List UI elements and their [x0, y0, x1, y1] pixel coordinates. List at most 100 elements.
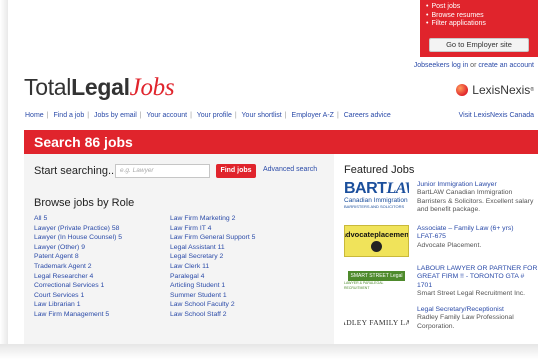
role-link[interactable]: Legal Assistant 11	[170, 243, 255, 253]
role-count: 5	[105, 310, 110, 318]
logo-part-total: Total	[24, 74, 72, 100]
role-link[interactable]: Legal Secretary 2	[170, 252, 255, 262]
role-label: Law Librarian	[34, 301, 75, 309]
role-link[interactable]: Articling Student 1	[170, 281, 255, 291]
featured-job-text: Associate – Family Law (6+ yrs) LFAT-675…	[417, 225, 538, 250]
featured-job-ref[interactable]: LFAT-675	[417, 233, 538, 241]
featured-job-item[interactable]: advocateplacement Associate – Family Law…	[344, 225, 538, 265]
browse-by-role-heading: Browse jobs by Role	[34, 197, 135, 209]
role-label: Legal Assistant	[170, 243, 216, 251]
featured-job-title[interactable]: Legal Secretary/Receptionist	[417, 306, 538, 314]
featured-job-text: Legal Secretary/Receptionist Radley Fami…	[417, 306, 538, 331]
featured-job-item[interactable]: SMART STREET Legal LAWYER & PARALEGAL RE…	[344, 265, 538, 305]
featured-job-item[interactable]: RADLEY FAMILY LAW Legal Secretary/Recept…	[344, 306, 538, 346]
logo-part-legal: Legal	[71, 74, 130, 100]
role-link[interactable]: Law Firm Marketing 2	[170, 214, 255, 224]
role-link[interactable]: Law Firm Management 5	[34, 310, 122, 320]
role-link[interactable]: Legal Researcher 4	[34, 272, 122, 282]
nav-careers-advice[interactable]: Careers advice	[344, 112, 391, 119]
nav-your-account[interactable]: Your account	[146, 112, 187, 119]
role-link[interactable]: Law Firm IT 4	[170, 224, 255, 234]
role-label: Court Services	[34, 291, 79, 299]
role-link[interactable]: Law Clerk 11	[170, 262, 255, 272]
role-count: 2	[231, 215, 236, 222]
nav-divider: |	[336, 112, 339, 119]
role-count: 5	[43, 215, 48, 222]
employer-feature-list: Post jobs Browse resumes Filter applicat…	[426, 3, 532, 29]
role-link[interactable]: Law Firm General Support 5	[170, 233, 255, 243]
role-link[interactable]: Lawyer (Other) 9	[34, 243, 122, 253]
role-count: 2	[87, 262, 92, 270]
employer-feature-item: Post jobs	[426, 3, 532, 12]
keyword-search-input[interactable]: e.g. Lawyer	[115, 164, 210, 178]
nav-divider: |	[139, 112, 142, 119]
role-count: 4	[200, 272, 205, 280]
advanced-search-link[interactable]: Advanced search	[263, 166, 317, 173]
featured-job-title[interactable]: Associate – Family Law (6+ yrs)	[417, 225, 538, 233]
nav-divider: |	[87, 112, 90, 119]
role-link[interactable]: Law School Staff 2	[170, 310, 255, 320]
featured-jobs-panel: Featured Jobs BARTLAW Canadian Immigrati…	[334, 154, 538, 344]
site-logo[interactable]: TotalLegalJobs	[24, 74, 175, 102]
bartlaw-logo-subtagline: BARRISTERS AND SOLICITORS	[344, 204, 405, 209]
login-link[interactable]: Jobseekers log in	[414, 62, 468, 69]
nav-divider: |	[284, 112, 287, 119]
find-jobs-button[interactable]: Find jobs	[216, 164, 256, 178]
employer-feature-item: Browse resumes	[426, 12, 532, 21]
role-label: Trademark Agent	[34, 262, 86, 270]
nav-divider: |	[234, 112, 237, 119]
nav-jobs-by-email[interactable]: Jobs by email	[94, 112, 137, 119]
nav-home[interactable]: Home	[25, 112, 44, 119]
role-count: 2	[219, 253, 224, 261]
role-link[interactable]: Law Librarian 1	[34, 300, 122, 310]
role-label: Law Firm Marketing	[170, 215, 230, 222]
nav-find-a-job[interactable]: Find a job	[53, 112, 84, 119]
featured-job-title[interactable]: Junior Immigration Lawyer	[417, 181, 538, 189]
role-link[interactable]: Trademark Agent 2	[34, 262, 122, 272]
role-label: Correctional Services	[34, 282, 99, 290]
role-link[interactable]: Correctional Services 1	[34, 281, 122, 291]
bartlaw-logo-wordmark: BARTLAW	[344, 181, 409, 197]
role-label: Summer Student	[170, 291, 221, 299]
advocateplacement-logo-text: advocateplacement	[344, 230, 409, 239]
employer-box: Post jobs Browse resumes Filter applicat…	[420, 0, 538, 57]
bartlaw-logo-law: LAW	[386, 181, 409, 197]
account-links: Jobseekers log in or create an account	[414, 62, 534, 69]
role-link[interactable]: Paralegal 4	[170, 272, 255, 282]
featured-job-desc: Advocate Placement.	[417, 241, 482, 249]
role-count: 9	[81, 243, 85, 251]
bartlaw-logo-tagline: Canadian Immigration	[344, 197, 408, 204]
create-account-link[interactable]: create an account	[478, 62, 534, 69]
role-list-col-2: Law Firm Marketing 2 Law Firm IT 4 Law Fir…	[170, 214, 255, 320]
employer-feature-item: Filter applications	[426, 20, 532, 29]
role-link[interactable]: Patent Agent 8	[34, 252, 122, 262]
role-label: Law Firm Management	[34, 310, 104, 318]
featured-job-item[interactable]: BARTLAW Canadian Immigration BARRISTERS …	[344, 181, 538, 221]
nav-employer-a-z[interactable]: Employer A-Z	[292, 112, 334, 119]
role-label: Law School Faculty	[170, 301, 229, 309]
featured-job-title[interactable]: LABOUR LAWYER OR PARTNER FOR GREAT FIRM …	[417, 265, 538, 290]
role-link[interactable]: Summer Student 1	[170, 291, 255, 301]
role-label: Lawyer (Other)	[34, 243, 80, 251]
featured-job-text: Junior Immigration Lawyer BartLAW Canadi…	[417, 181, 538, 214]
role-count: 1	[100, 282, 105, 290]
role-count: 1	[221, 282, 226, 290]
role-label: Patent Agent	[34, 253, 73, 261]
partner-logo-label: LexisNexis	[472, 83, 531, 97]
employer-site-button[interactable]: Go to Employer site	[429, 38, 529, 52]
role-link[interactable]: Lawyer (Private Practice) 58	[34, 224, 122, 234]
partner-logo[interactable]: LexisNexis ®	[456, 83, 534, 97]
role-link[interactable]: All 5	[34, 214, 122, 224]
role-count: 1	[76, 301, 81, 309]
advocateplacement-logo: advocateplacement	[344, 225, 409, 257]
role-link[interactable]: Court Services 1	[34, 291, 122, 301]
role-link[interactable]: Lawyer (In House Counsel) 5	[34, 233, 122, 243]
nav-your-shortlist[interactable]: Your shortlist	[242, 112, 282, 119]
role-count: 11	[217, 243, 225, 251]
nav-your-profile[interactable]: Your profile	[197, 112, 232, 119]
role-count: 1	[222, 291, 227, 299]
role-link[interactable]: Law School Faculty 2	[170, 300, 255, 310]
featured-job-desc: Smart Street Legal Recruitment Inc.	[417, 289, 526, 297]
featured-jobs-heading: Featured Jobs	[344, 164, 415, 176]
visit-lexisnexis-link[interactable]: Visit LexisNexis Canada	[459, 112, 534, 119]
